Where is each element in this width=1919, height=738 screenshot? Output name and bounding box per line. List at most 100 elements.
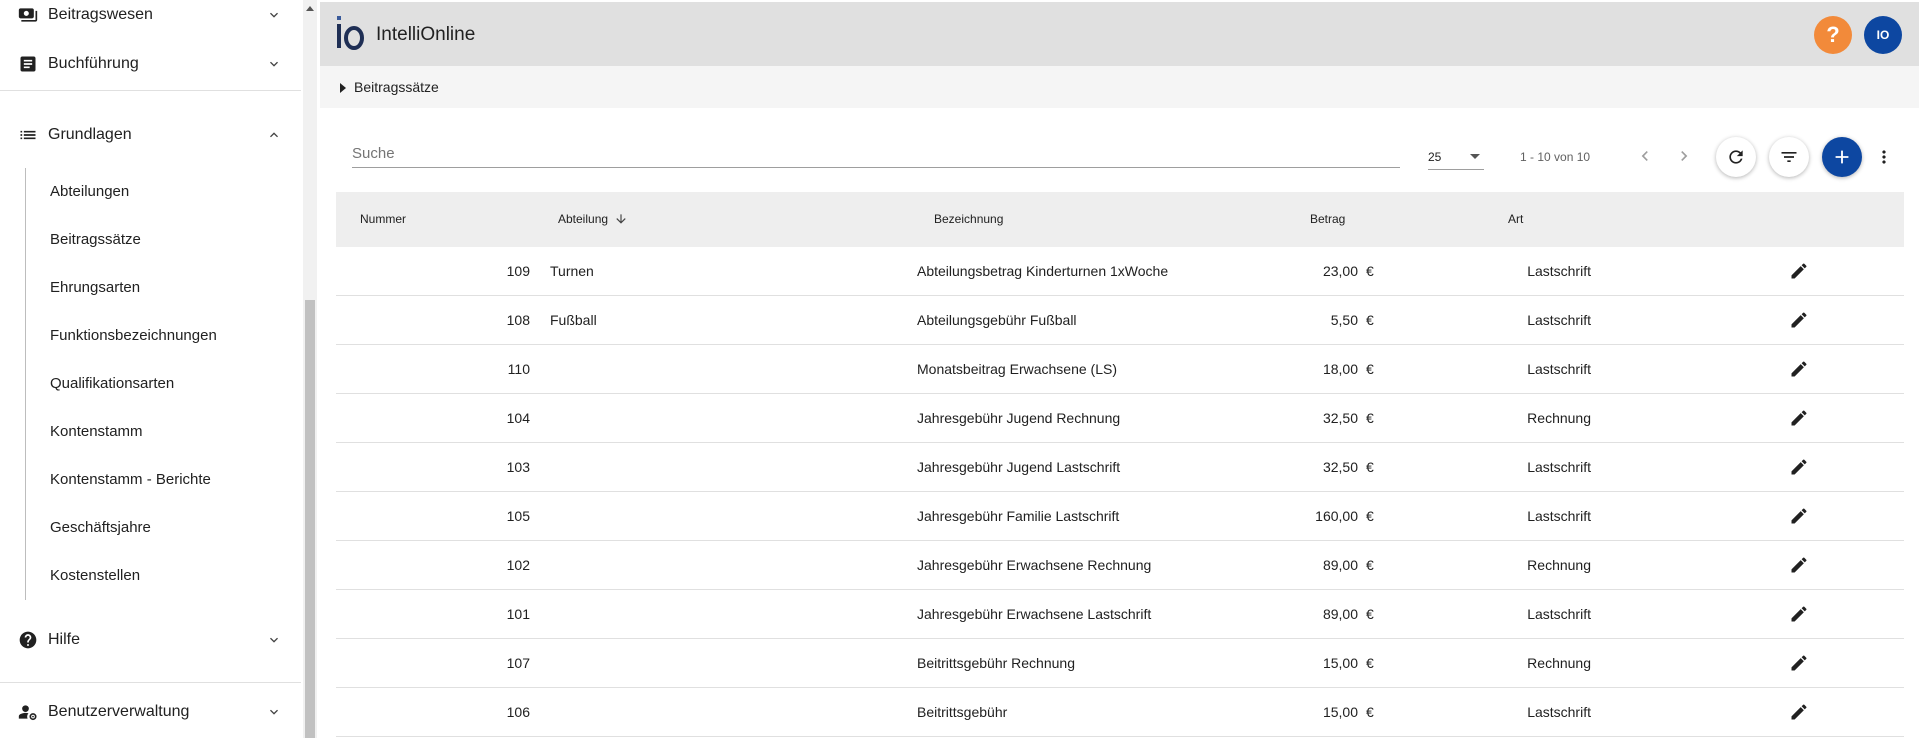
cell-betrag: 15,00 — [1322, 704, 1358, 720]
sidebar-item-qualifikationsarten[interactable]: Qualifikationsarten — [50, 372, 174, 396]
sidebar-group-label: Benutzerverwaltung — [48, 703, 190, 720]
scroll-thumb[interactable] — [305, 300, 315, 738]
sidebar-group-beitragswesen[interactable]: Beitragswesen — [0, 0, 301, 35]
pencil-icon — [1791, 606, 1807, 622]
cell-currency: € — [1366, 361, 1374, 377]
edit-button[interactable] — [1787, 602, 1811, 626]
cell-nummer: 109 — [506, 263, 530, 279]
sidebar-group-buchfuehrung[interactable]: Buchführung — [0, 44, 301, 84]
chevron-down-icon — [270, 709, 278, 715]
edit-button[interactable] — [1787, 504, 1811, 528]
sidebar: Beitragswesen Buchführung Grundlagen Abt… — [0, 0, 301, 738]
cell-art: Rechnung — [1527, 655, 1591, 671]
scroll-up-arrow-icon[interactable] — [306, 6, 314, 11]
sidebar-item-beitragssaetze[interactable]: Beitragssätze — [50, 228, 141, 252]
pencil-icon — [1791, 459, 1807, 475]
previous-page-button[interactable] — [1632, 143, 1658, 169]
cell-nummer: 102 — [506, 557, 530, 573]
sidebar-item-ehrungsarten[interactable]: Ehrungsarten — [50, 276, 140, 300]
table-row[interactable]: 106 Beitrittsgebühr 15,00 € Lastschrift — [336, 688, 1904, 737]
sidebar-item-kontenstamm[interactable]: Kontenstamm — [50, 420, 143, 444]
pencil-icon — [1791, 704, 1807, 720]
page-size-select[interactable]: 25 — [1428, 146, 1484, 170]
money-icon — [17, 4, 39, 26]
cell-currency: € — [1366, 263, 1374, 279]
edit-button[interactable] — [1787, 308, 1811, 332]
sidebar-scrollbar[interactable] — [303, 0, 317, 738]
refresh-button[interactable] — [1716, 137, 1756, 177]
table-row[interactable]: 108 Fußball Abteilungsgebühr Fußball 5,50 € L… — [336, 296, 1904, 345]
sidebar-item-kontenstamm-berichte[interactable]: Kontenstamm - Berichte — [50, 468, 211, 492]
refresh-icon — [1729, 150, 1743, 164]
sidebar-group-grundlagen[interactable]: Grundlagen — [0, 115, 301, 155]
edit-button[interactable] — [1787, 357, 1811, 381]
cell-nummer: 104 — [506, 410, 530, 426]
caret-right-icon — [340, 83, 346, 93]
cell-art: Lastschrift — [1527, 312, 1591, 328]
edit-button[interactable] — [1787, 651, 1811, 675]
next-page-button[interactable] — [1671, 143, 1697, 169]
table-row[interactable]: 101 Jahresgebühr Erwachsene Lastschrift 89… — [336, 590, 1904, 639]
cell-betrag: 18,00 — [1322, 361, 1358, 377]
edit-button[interactable] — [1787, 259, 1811, 283]
column-header-art[interactable]: Art — [1508, 212, 1523, 226]
more-vert-icon — [1882, 150, 1886, 164]
sidebar-group-label: Grundlagen — [48, 126, 132, 143]
breadcrumb[interactable]: Beitragssätze — [320, 66, 1919, 108]
pencil-icon — [1791, 263, 1807, 279]
sidebar-item-abteilungen[interactable]: Abteilungen — [50, 180, 129, 204]
cell-betrag: 32,50 — [1322, 410, 1358, 426]
table-row[interactable]: 104 Jahresgebühr Jugend Rechnung 32,50 € Rec… — [336, 394, 1904, 443]
filter-button[interactable] — [1769, 137, 1809, 177]
column-header-bezeichnung[interactable]: Bezeichnung — [934, 212, 1003, 226]
add-button[interactable] — [1822, 137, 1862, 177]
sidebar-group-hilfe[interactable]: Hilfe — [0, 620, 301, 660]
cell-nummer: 110 — [507, 361, 530, 377]
column-header-betrag[interactable]: Betrag — [1310, 212, 1345, 226]
cell-currency: € — [1366, 606, 1374, 622]
sidebar-item-funktionsbezeichnungen[interactable]: Funktionsbezeichnungen — [50, 324, 217, 348]
search-input[interactable] — [352, 140, 1400, 166]
cell-betrag: 5,50 — [1330, 312, 1358, 328]
sort-descending-icon[interactable] — [614, 212, 628, 226]
table-row[interactable]: 105 Jahresgebühr Familie Lastschrift 160,0… — [336, 492, 1904, 541]
edit-button[interactable] — [1787, 406, 1811, 430]
table-header: Nummer Abteilung Bezeichnung Betrag Art — [336, 192, 1904, 247]
cell-abteilung: Fußball — [550, 312, 597, 328]
help-button[interactable]: ? — [1814, 16, 1852, 54]
pencil-icon — [1791, 312, 1807, 328]
sidebar-group-benutzerverwaltung[interactable]: Benutzerverwaltung — [0, 692, 301, 732]
table-row[interactable]: 109 Turnen Abteilungsbetrag Kinderturnen 1… — [336, 247, 1904, 296]
app-logo — [337, 16, 364, 50]
column-header-nummer[interactable]: Nummer — [360, 212, 406, 226]
more-options-button[interactable] — [1874, 144, 1894, 170]
app-title: IntelliOnline — [376, 24, 476, 45]
chevron-down-icon — [270, 61, 278, 67]
cell-currency: € — [1366, 557, 1374, 573]
cell-currency: € — [1366, 655, 1374, 671]
cell-art: Rechnung — [1527, 557, 1591, 573]
app-root: Beitragswesen Buchführung Grundlagen Abt… — [0, 0, 1919, 738]
cell-art: Lastschrift — [1527, 508, 1591, 524]
cell-betrag: 15,00 — [1322, 655, 1358, 671]
cell-bezeichnung: Abteilungsgebühr Fußball — [917, 312, 1077, 328]
table-row[interactable]: 103 Jahresgebühr Jugend Lastschrift 32,50 €… — [336, 443, 1904, 492]
cell-art: Lastschrift — [1527, 263, 1591, 279]
avatar[interactable]: IO — [1864, 16, 1902, 54]
table-row[interactable]: 107 Beitrittsgebühr Rechnung 15,00 € Rechnun… — [336, 639, 1904, 688]
table-row[interactable]: 110 Monatsbeitrag Erwachsene (LS) 18,00 € La… — [336, 345, 1904, 394]
sidebar-item-kostenstellen[interactable]: Kostenstellen — [50, 564, 140, 588]
app-header: IntelliOnline ? IO — [320, 2, 1919, 66]
help-circle-icon — [17, 629, 39, 651]
table-row[interactable]: 102 Jahresgebühr Erwachsene Rechnung 89,00… — [336, 541, 1904, 590]
sidebar-item-geschaeftsjahre[interactable]: Geschäftsjahre — [50, 516, 151, 540]
dropdown-arrow-icon — [1470, 154, 1480, 159]
cell-nummer: 105 — [506, 508, 530, 524]
edit-button[interactable] — [1787, 553, 1811, 577]
edit-button[interactable] — [1787, 455, 1811, 479]
sidebar-group-label: Hilfe — [48, 631, 81, 648]
edit-button[interactable] — [1787, 700, 1811, 724]
cell-bezeichnung: Jahresgebühr Jugend Rechnung — [917, 410, 1121, 426]
column-header-abteilung[interactable]: Abteilung — [558, 212, 608, 226]
cell-art: Lastschrift — [1527, 459, 1591, 475]
